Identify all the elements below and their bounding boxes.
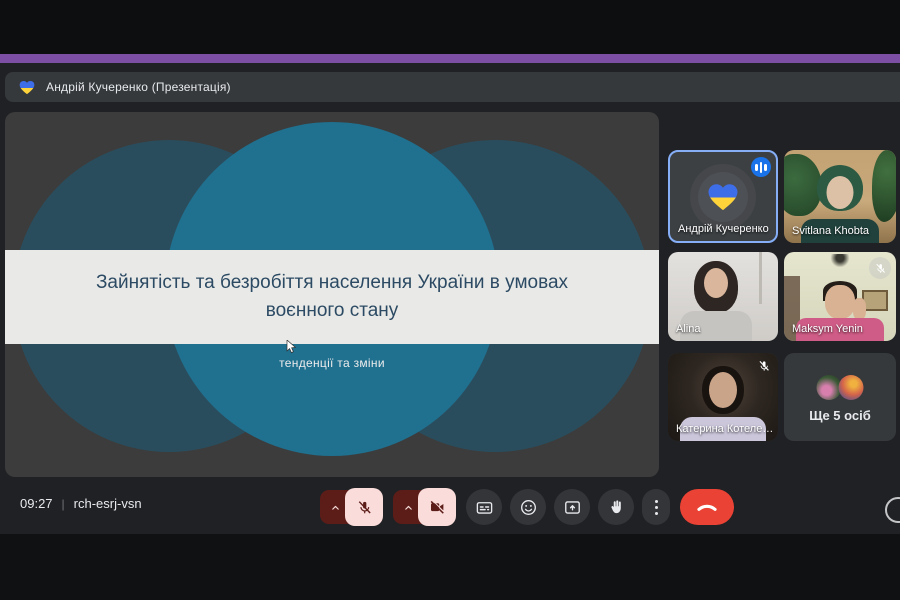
hand-icon [611, 500, 621, 514]
presenter-banner: Андрій Кучеренко (Презентація) [5, 72, 900, 102]
clock-time: 09:27 [20, 496, 53, 511]
mouse-cursor [286, 340, 297, 354]
mic-off-icon [358, 500, 371, 514]
slide-title-banner: Зайнятість та безробіття населення Украї… [5, 250, 659, 344]
present-screen-button[interactable] [554, 489, 590, 525]
divider: | [61, 496, 65, 511]
chevron-up-icon [331, 505, 339, 510]
meet-main-area: Андрій Кучеренко (Презентація) Зайнятіст… [0, 63, 900, 534]
participant-name: Maksym Yenin [792, 323, 863, 335]
slide-subtitle: тенденції та зміни [279, 356, 385, 370]
phone-hangup-icon [697, 504, 717, 511]
microphone-toggle-button[interactable] [345, 488, 383, 526]
overflow-participants-tile[interactable]: Ще 5 осіб [784, 353, 896, 441]
participant-name: Катерина Котеле… [676, 423, 774, 435]
reactions-button[interactable] [510, 489, 546, 525]
call-buttons [320, 488, 734, 526]
video-tile-kateryna[interactable]: Катерина Котеле… [668, 353, 778, 441]
letterbox-top [0, 0, 900, 54]
slide-title: Зайнятість та безробіття населення Украї… [95, 272, 569, 321]
ukraine-heart-icon [19, 80, 35, 94]
three-dots-icon [654, 499, 658, 503]
presenter-name: Андрій Кучеренко (Презентація) [46, 80, 231, 94]
overflow-avatars [816, 375, 864, 400]
camera-off-icon [430, 499, 445, 514]
video-tile-svitlana[interactable]: Svitlana Khobta [784, 150, 896, 243]
smiley-icon [520, 499, 536, 515]
video-tile-maksym[interactable]: Maksym Yenin [784, 252, 896, 341]
participant-name: Андрій Кучеренко [678, 223, 769, 235]
raise-hand-button[interactable] [598, 489, 634, 525]
video-tile-alina[interactable]: Alina [668, 252, 778, 341]
captions-icon [476, 501, 492, 514]
meeting-code: rch-esrj-vsn [73, 496, 142, 511]
mic-off-icon [869, 257, 891, 279]
audio-activity-icon [751, 157, 771, 177]
present-icon [564, 500, 580, 514]
captions-button[interactable] [466, 489, 502, 525]
camera-toggle-button[interactable] [418, 488, 456, 526]
clipped-edge-icon [885, 497, 900, 523]
avatar [838, 375, 864, 400]
letterbox-bottom [0, 534, 900, 600]
browser-accent-bar [0, 54, 900, 63]
control-bar: 09:27 | rch-esrj-vsn [0, 487, 900, 527]
google-meet-window: Андрій Кучеренко (Презентація) Зайнятіст… [0, 0, 900, 600]
more-options-button[interactable] [642, 489, 670, 525]
participant-name: Svitlana Khobta [792, 225, 870, 237]
end-call-button[interactable] [680, 489, 734, 525]
chevron-up-icon [404, 505, 412, 510]
participant-name: Alina [676, 323, 701, 335]
video-tile-andrii[interactable]: Андрій Кучеренко [668, 150, 778, 243]
overflow-count-label: Ще 5 осіб [809, 408, 871, 423]
meeting-info: 09:27 | rch-esrj-vsn [20, 496, 142, 511]
ukraine-heart-avatar [708, 183, 738, 210]
shared-screen-slide: Зайнятість та безробіття населення Украї… [5, 112, 659, 477]
mic-off-icon [757, 359, 771, 378]
